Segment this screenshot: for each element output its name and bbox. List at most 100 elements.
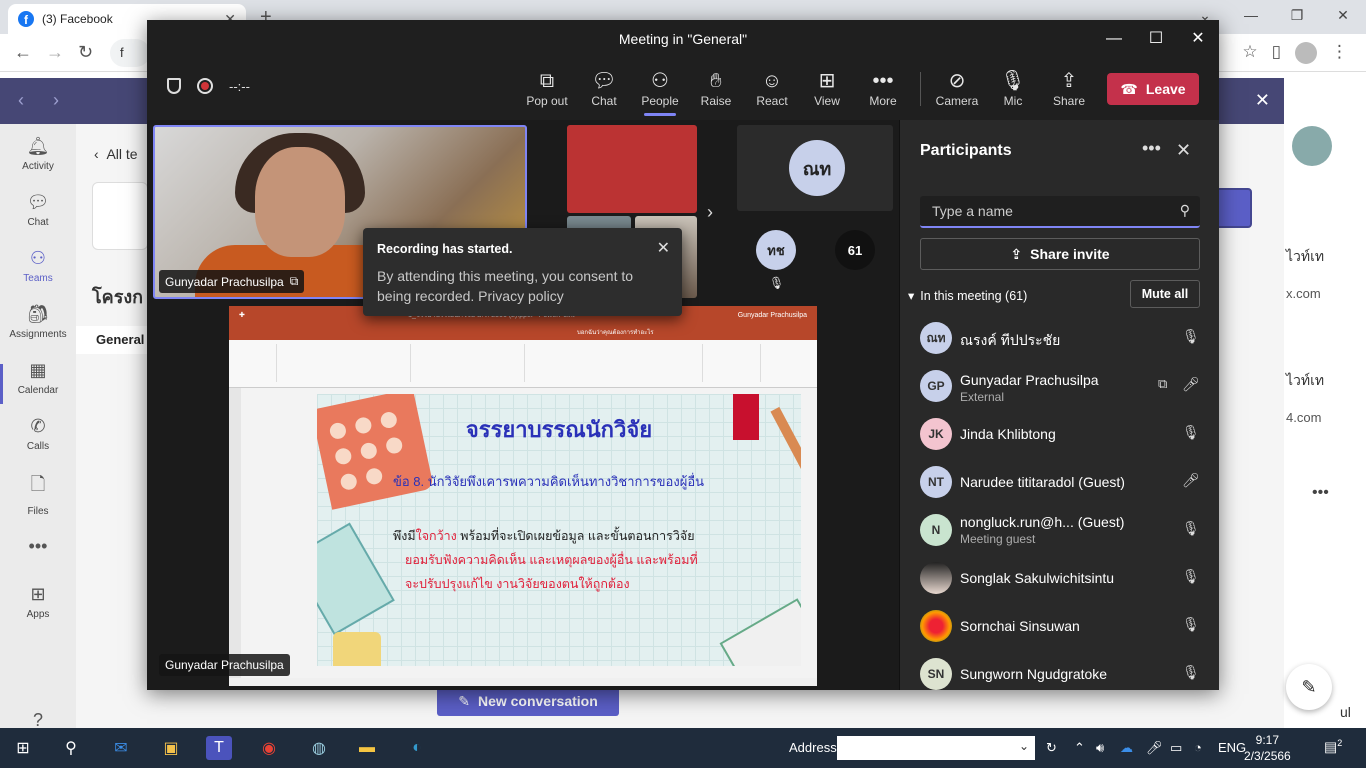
participant-row[interactable]: ณท ณรงค์ ทีปประชัย 🎙︎ xyxy=(900,316,1220,364)
more-label: More xyxy=(869,94,897,108)
rail-more-button[interactable]: ••• xyxy=(0,536,76,561)
camera-button[interactable]: ⊘ Camera xyxy=(929,68,985,108)
reload-icon[interactable]: ↻ xyxy=(78,42,93,63)
teams-taskbar-icon[interactable]: T xyxy=(206,736,232,760)
overflow-count[interactable]: 61 xyxy=(835,230,875,270)
all-teams-link[interactable]: ‹ All te xyxy=(94,146,138,162)
react-label: React xyxy=(756,94,788,108)
participant-name-tag: Gunyadar Prachusilpa ⧉ xyxy=(159,270,305,293)
chevron-down-icon[interactable]: ⌄ xyxy=(1019,739,1029,753)
language-indicator[interactable]: ENG xyxy=(1218,740,1246,755)
mute-all-button[interactable]: Mute all xyxy=(1130,280,1200,308)
chat-button[interactable]: 💬︎ Chat xyxy=(576,68,632,108)
mic-off-icon: 🎙︎ xyxy=(1182,616,1200,632)
ellipsis-icon[interactable]: ••• xyxy=(1312,484,1329,502)
search-icon[interactable]: ⚲ xyxy=(58,736,84,760)
forward-arrow-icon[interactable]: → xyxy=(46,42,64,63)
file-icon: 🗋 xyxy=(30,474,46,494)
search-icon[interactable]: ⚲ xyxy=(1180,202,1190,219)
participant-row[interactable]: Songlak Sakulwichitsintu 🎙︎ xyxy=(900,556,1220,604)
shield-icon[interactable] xyxy=(167,78,181,94)
restore-button[interactable]: ❐ xyxy=(1274,0,1320,34)
share-invite-button[interactable]: ⇪ Share invite xyxy=(920,238,1200,270)
smiley-icon: ☺ xyxy=(761,70,783,92)
minimize-button[interactable]: — xyxy=(1093,20,1135,58)
close-icon[interactable]: ✕ xyxy=(657,238,670,258)
raise-hand-button[interactable]: ✋︎ Raise xyxy=(688,68,744,108)
ellipsis-icon[interactable]: ••• xyxy=(1142,138,1161,159)
teams-close-icon[interactable]: ✕ xyxy=(1255,90,1270,111)
participant-row[interactable]: JK Jinda Khlibtong 🎙︎ xyxy=(900,412,1220,460)
participant-row[interactable]: SN Sungworn Ngudgratoke 🎙︎ xyxy=(900,652,1220,700)
close-button[interactable]: ✕ xyxy=(1320,0,1366,34)
chevron-up-icon[interactable]: ⌃ xyxy=(1074,740,1085,756)
view-button[interactable]: ⊞ View xyxy=(799,68,855,108)
mail-icon[interactable]: ✉ xyxy=(108,736,134,760)
participant-row[interactable]: GP Gunyadar Prachusilpa External ⧉ 🎤︎ xyxy=(900,364,1220,412)
participant-avatar: JK xyxy=(920,418,952,450)
rail-item-assignments[interactable]: 🎒︎ Assignments xyxy=(0,304,76,340)
sidepanel-icon[interactable]: ▯ xyxy=(1272,42,1281,64)
in-meeting-section-toggle[interactable]: ▾ In this meeting (61) xyxy=(908,288,1027,304)
network-globe-icon[interactable]: ◍ xyxy=(306,736,332,760)
taskbar-clock[interactable]: 9:17 2/3/2566 xyxy=(1244,732,1291,764)
recording-icon xyxy=(197,78,213,94)
address-toolbar-input[interactable]: ⌄ xyxy=(837,736,1035,760)
kebab-menu-icon[interactable]: ⋮ xyxy=(1331,42,1348,64)
participant-avatar: SN xyxy=(920,658,952,690)
teams-nav-arrows-icon[interactable]: ‹ › xyxy=(18,90,71,111)
share-name-tag: Gunyadar Prachusilpa xyxy=(159,654,290,676)
address-bar[interactable]: f xyxy=(110,39,150,67)
rail-item-apps[interactable]: ⊞ Apps xyxy=(0,584,76,620)
share-button[interactable]: ⇪ Share xyxy=(1041,68,1097,108)
leave-button[interactable]: ☎ Leave xyxy=(1107,73,1199,105)
mic-button[interactable]: 🎙︎ Mic xyxy=(985,68,1041,108)
wifi-icon[interactable]: ◔ xyxy=(1194,740,1202,755)
close-button[interactable]: ✕ xyxy=(1177,20,1219,58)
minimize-button[interactable]: — xyxy=(1228,0,1274,34)
new-conversation-button[interactable]: ✎ New conversation xyxy=(437,686,619,716)
notification-center-icon[interactable]: ▤2 xyxy=(1324,738,1342,756)
participant-search-input[interactable]: Type a name ⚲ xyxy=(920,196,1200,228)
teams-app-rail: 🔔︎ Activity 💬︎ Chat ⚇ Teams 🎒︎ Assignments ▦… xyxy=(0,124,76,730)
store-icon[interactable]: ▣ xyxy=(158,736,184,760)
participant-avatar: ณท xyxy=(789,140,845,196)
close-icon[interactable]: ✕ xyxy=(1176,140,1191,161)
cloud-icon[interactable]: ☁ xyxy=(1120,740,1133,756)
profile-avatar[interactable] xyxy=(1295,42,1317,64)
rail-item-chat[interactable]: 💬︎ Chat xyxy=(0,192,76,228)
compose-edit-button[interactable]: ✎ xyxy=(1286,664,1332,710)
battery-icon[interactable]: ▭ xyxy=(1170,740,1182,756)
chevron-right-icon[interactable]: › xyxy=(707,202,713,223)
rail-item-calendar[interactable]: ▦ Calendar xyxy=(0,360,76,396)
participant-row[interactable]: N nongluck.run@h... (Guest) Meeting gues… xyxy=(900,508,1220,556)
slide: จรรยาบรรณนักวิจัย ข้อ 8. นักวิจัยพึงเคาร… xyxy=(317,394,801,666)
edge-icon[interactable]: ◐ xyxy=(404,736,430,760)
star-icon[interactable]: ☆ xyxy=(1242,42,1257,64)
refresh-icon[interactable]: ↻ xyxy=(1046,740,1057,756)
meeting-window-controls: — ☐ ✕ xyxy=(1093,20,1219,58)
participant-row[interactable]: Sornchai Sinsuwan 🎙︎ xyxy=(900,604,1220,652)
participant-row[interactable]: NT Narudee tititaradol (Guest) 🎤︎ xyxy=(900,460,1220,508)
participant-name: Sornchai Sinsuwan xyxy=(960,618,1080,634)
more-button[interactable]: ••• More xyxy=(855,68,911,108)
user-avatar[interactable] xyxy=(1292,126,1332,166)
notebook-illustration xyxy=(317,522,395,636)
volume-icon[interactable]: 🔊︎ xyxy=(1096,740,1104,756)
rail-item-teams[interactable]: ⚇ Teams xyxy=(0,248,76,284)
rail-item-files[interactable]: 🗋 Files xyxy=(0,472,76,517)
rail-item-activity[interactable]: 🔔︎ Activity xyxy=(0,136,76,172)
react-button[interactable]: ☺ React xyxy=(744,68,800,108)
toast-body[interactable]: By attending this meeting, you consent t… xyxy=(377,266,668,306)
compose-icon: ✎ xyxy=(458,692,470,709)
people-button[interactable]: ⚇ People xyxy=(632,68,688,116)
maximize-button[interactable]: ☐ xyxy=(1135,20,1177,58)
chrome-icon[interactable]: ◉ xyxy=(256,736,282,760)
windows-start-icon[interactable]: ⊞ xyxy=(10,736,36,760)
back-arrow-icon[interactable]: ← xyxy=(14,42,32,63)
popout-button[interactable]: ⧉ Pop out xyxy=(519,68,575,108)
file-explorer-icon[interactable]: ▬ xyxy=(354,736,380,760)
rail-item-calls[interactable]: ✆ Calls xyxy=(0,416,76,452)
mic-icon[interactable]: 🎤︎ xyxy=(1146,740,1163,756)
video-tile-thumbnail[interactable] xyxy=(567,125,697,213)
